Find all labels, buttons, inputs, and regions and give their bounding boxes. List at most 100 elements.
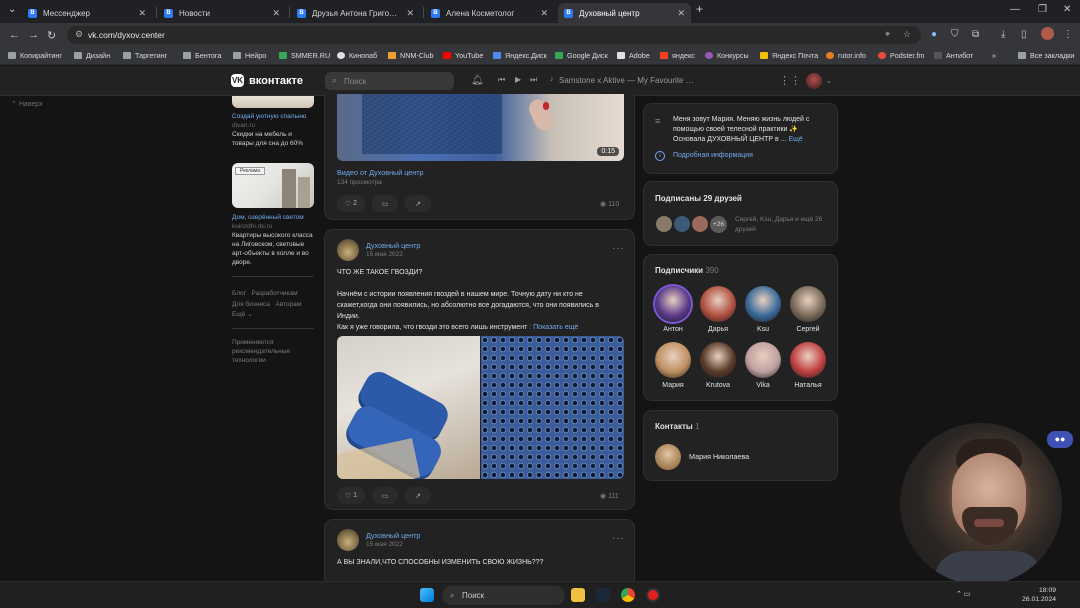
vk-logo[interactable]: VK вконтакте xyxy=(231,74,303,87)
details-link[interactable]: Подробная информация xyxy=(673,152,753,159)
subscriber-name[interactable]: Дарья xyxy=(693,326,743,333)
chevron-down-icon[interactable]: ⌄ xyxy=(826,77,832,85)
recorder-icon[interactable] xyxy=(646,588,660,602)
close-icon[interactable]: ✕ xyxy=(540,8,548,19)
bookmark-star-icon[interactable]: ☆ xyxy=(903,29,911,40)
friends-title[interactable]: Подписаны 29 друзей xyxy=(655,194,742,203)
player-track-title[interactable]: Samstone x Aktive — My Favourite Ga... xyxy=(559,76,699,85)
bookmark-link[interactable]: яндекс xyxy=(660,51,695,60)
contacts-title[interactable]: Контакты 1 xyxy=(655,422,699,431)
windows-start-icon[interactable] xyxy=(420,588,434,602)
close-icon[interactable]: ✕ xyxy=(272,8,280,19)
profile-avatar[interactable] xyxy=(1041,27,1054,40)
reload-icon[interactable]: ↻ xyxy=(47,29,56,42)
bookmark-folder[interactable]: Бентога xyxy=(183,51,221,60)
link-more[interactable]: Ещё ⌄ xyxy=(232,311,253,318)
scroll-to-top[interactable]: ⌃ Наверх xyxy=(11,100,43,108)
link-business[interactable]: Для бизнеса xyxy=(232,301,270,308)
link-developers[interactable]: Разработчикам xyxy=(251,290,297,297)
address-bar[interactable]: ⚙ vk.com/dyxov.center ⌖ ☆ xyxy=(67,26,921,44)
apps-grid-icon[interactable]: ⋮⋮ xyxy=(779,74,801,87)
new-tab-icon[interactable]: + xyxy=(696,2,703,16)
like-button[interactable]: ♡ 1 xyxy=(337,487,365,504)
forward-icon[interactable]: → xyxy=(28,29,39,41)
site-info-icon[interactable]: ⚙ xyxy=(75,29,83,40)
bookmark-folder[interactable]: Копирайтинг xyxy=(8,51,62,60)
more-friends-counter[interactable]: +26 xyxy=(709,215,728,234)
subscriber-avatar[interactable] xyxy=(700,286,736,322)
bookmark-link[interactable]: YouTube xyxy=(443,51,483,60)
chrome-icon[interactable] xyxy=(621,588,635,602)
subscriber-name[interactable]: Мария xyxy=(648,382,698,389)
extensions-icon[interactable]: ⧉ xyxy=(972,29,979,40)
bookmark-link[interactable]: Конкурсы xyxy=(705,51,749,60)
bookmark-folder[interactable]: Таргетинг xyxy=(123,51,167,60)
minimize-icon[interactable]: — xyxy=(1010,4,1020,15)
tab-anton-friends[interactable]: В Друзья Антона Григорьева – ВКонтакте ✕ xyxy=(291,3,420,23)
bookmark-folder[interactable]: Нейро xyxy=(233,51,266,60)
subscriber-name[interactable]: Krutova xyxy=(693,382,743,389)
subscriber-name[interactable]: Ksu xyxy=(738,326,788,333)
link-blog[interactable]: Блог xyxy=(232,290,246,297)
comment-button[interactable]: ▭ xyxy=(372,195,398,212)
close-window-icon[interactable]: ✕ xyxy=(1063,4,1071,15)
friend-avatar[interactable] xyxy=(655,215,673,233)
post-author-link[interactable]: Духовный центр xyxy=(366,531,420,540)
subscriber-avatar[interactable] xyxy=(700,342,736,378)
tab-news[interactable]: В Новости ✕ xyxy=(158,3,286,23)
link-authors[interactable]: Авторам xyxy=(275,301,301,308)
ad-image-bedroom[interactable] xyxy=(232,96,314,108)
play-icon[interactable]: ▶ xyxy=(515,75,521,84)
search-input[interactable] xyxy=(344,74,444,88)
url-text[interactable]: vk.com/dyxov.center xyxy=(88,30,165,40)
subscriber-avatar[interactable] xyxy=(655,286,691,322)
sidepanel-icon[interactable]: ▯ xyxy=(1021,29,1027,40)
tab-search-icon[interactable]: ⌄ xyxy=(8,4,16,15)
close-icon[interactable]: ✕ xyxy=(677,8,685,19)
back-icon[interactable]: ← xyxy=(9,29,20,41)
ad-block-2[interactable]: Дом, озерённый светом kuinzdhi.rbi.ru Кв… xyxy=(232,213,314,267)
like-button[interactable]: ♡ 2 xyxy=(337,195,365,212)
subscriber-avatar[interactable] xyxy=(745,342,781,378)
friend-avatar[interactable] xyxy=(691,215,709,233)
ad-title[interactable]: Дом, озерённый светом xyxy=(232,213,314,222)
bookmark-link[interactable]: rutor.info xyxy=(826,51,866,60)
ad-title[interactable]: Создай уютную спальню xyxy=(232,112,314,121)
bookmark-link[interactable]: Антибот xyxy=(934,51,973,60)
post-date[interactable]: 15 мая 2022 xyxy=(366,541,403,548)
file-explorer-icon[interactable] xyxy=(571,588,585,602)
comment-button[interactable]: ▭ xyxy=(372,487,398,504)
video-thumbnail[interactable]: 0:15 xyxy=(337,94,624,161)
author-avatar[interactable] xyxy=(337,239,359,261)
bookmark-link[interactable]: Яндекс.Диск xyxy=(493,51,547,60)
about-more-link[interactable]: Ещё xyxy=(788,136,802,143)
post-photo-right[interactable] xyxy=(481,336,624,479)
close-icon[interactable]: ✕ xyxy=(406,8,414,19)
tab-alena[interactable]: В Алена Косметолог ✕ xyxy=(425,3,554,23)
post-date[interactable]: 15 мая 2022 xyxy=(366,251,403,258)
subscriber-name[interactable]: Сергей xyxy=(783,326,833,333)
subscriber-avatar[interactable] xyxy=(790,286,826,322)
post-menu-icon[interactable]: ··· xyxy=(612,243,625,254)
contact-name[interactable]: Мария Николаева xyxy=(689,452,749,461)
previous-track-icon[interactable]: ⏮ xyxy=(498,75,505,85)
subscriber-name[interactable]: Vika xyxy=(738,382,788,389)
shield-extension-icon[interactable]: ⛉ xyxy=(951,29,959,40)
subscriber-avatar[interactable] xyxy=(745,286,781,322)
system-clock[interactable]: 18:09 26.01.2024 xyxy=(1022,586,1056,604)
close-icon[interactable]: ✕ xyxy=(138,8,146,19)
tab-messenger[interactable]: В Мессенджер ✕ xyxy=(22,3,152,23)
bookmarks-more[interactable]: » xyxy=(992,51,996,60)
restore-icon[interactable]: ❐ xyxy=(1038,4,1047,15)
subscriber-name[interactable]: Наталья xyxy=(783,382,833,389)
video-caption-link[interactable]: Видео от Духовный центр xyxy=(337,168,424,177)
subscriber-avatar[interactable] xyxy=(790,342,826,378)
vk-search[interactable]: ⌕ xyxy=(325,72,454,90)
tray-icons[interactable]: ⌃ ▭ xyxy=(956,590,970,598)
bookmark-link[interactable]: Google Диск xyxy=(555,51,608,60)
discord-overlay-icon[interactable]: ●● xyxy=(1047,431,1073,448)
bookmark-link[interactable]: SMMER.RU xyxy=(279,51,330,60)
subscriber-avatar[interactable] xyxy=(655,342,691,378)
user-avatar[interactable] xyxy=(806,73,822,89)
post-author-link[interactable]: Духовный центр xyxy=(366,241,420,250)
